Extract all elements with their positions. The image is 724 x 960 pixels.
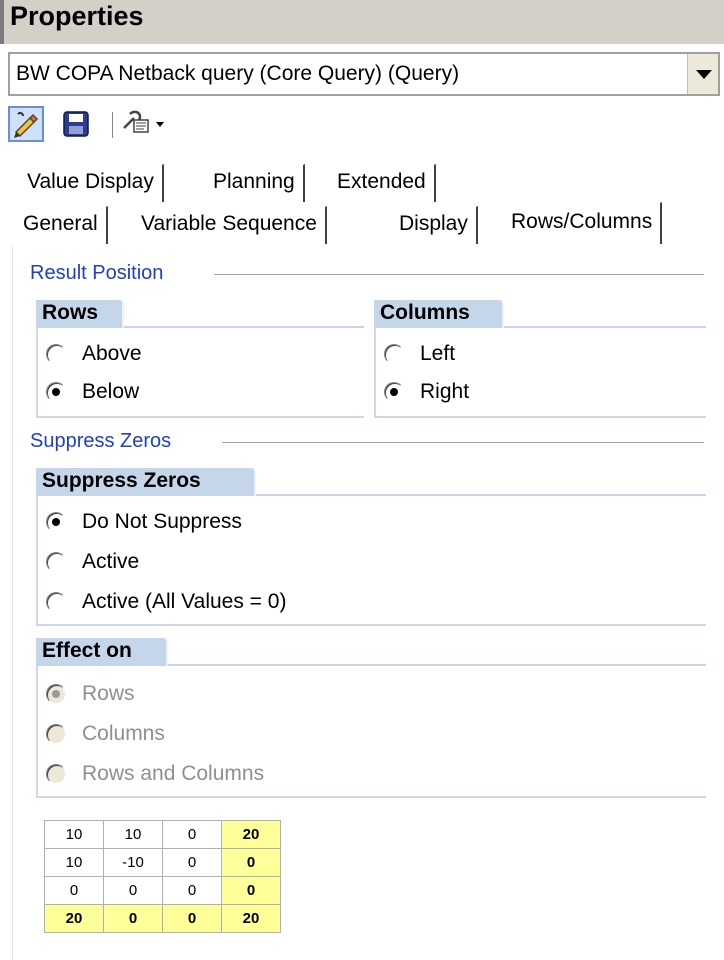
suppress-zeros-title: Suppress Zeros <box>30 430 172 452</box>
tab-label: Variable Sequence <box>141 212 317 235</box>
radio-button[interactable] <box>46 344 66 364</box>
effect-on-header-line <box>168 664 706 666</box>
chevron-down-icon[interactable] <box>687 54 718 94</box>
tab-label: Planning <box>213 170 295 193</box>
radio-columns-left[interactable]: Left <box>384 338 455 370</box>
table-cell-total: 0 <box>221 848 281 877</box>
radio-rows-above[interactable]: Above <box>46 338 142 370</box>
radio-label: Active (All Values = 0) <box>82 590 287 613</box>
tab-row-1: Value Display Planning Extended <box>18 164 478 202</box>
tab-rows-columns[interactable]: Rows/Columns <box>502 202 663 244</box>
tab-planning[interactable]: Planning <box>204 164 305 202</box>
save-button[interactable] <box>58 106 94 142</box>
table-cell-total: 20 <box>221 820 281 849</box>
tab-display[interactable]: Display <box>390 206 478 244</box>
table-row: 0 0 0 0 <box>44 876 281 905</box>
edit-mode-button[interactable] <box>8 106 44 142</box>
radio-effect-rows[interactable]: Rows <box>46 678 135 710</box>
tab-extended[interactable]: Extended <box>328 164 436 202</box>
table-row: 10 10 0 20 <box>44 820 281 849</box>
radio-button[interactable] <box>384 382 404 402</box>
suppress-zeros-preview-table: 10 10 0 20 10 -10 0 0 0 0 0 0 20 0 0 20 <box>44 820 281 933</box>
radio-button[interactable] <box>46 552 66 572</box>
columns-header-label: Columns <box>374 300 504 328</box>
table-cell: 0 <box>162 820 222 849</box>
tools-dropdown-button[interactable] <box>120 106 170 142</box>
query-selector-value: BW COPA Netback query (Core Query) (Quer… <box>16 62 460 85</box>
tab-value-display[interactable]: Value Display <box>18 164 164 202</box>
result-position-title: Result Position <box>30 262 164 284</box>
result-position-rule <box>214 274 704 275</box>
tab-label: General <box>23 212 98 235</box>
radio-effect-columns[interactable]: Columns <box>46 718 165 750</box>
suppress-zeros-header-label: Suppress Zeros <box>36 468 256 496</box>
radio-label: Above <box>82 342 142 365</box>
radio-button[interactable] <box>46 764 66 784</box>
table-cell: 0 <box>44 876 104 905</box>
radio-active[interactable]: Active <box>46 546 139 578</box>
edit-pencil-icon <box>14 111 39 138</box>
table-cell: 0 <box>162 876 222 905</box>
tab-label: Extended <box>337 170 426 193</box>
effect-on-header-label: Effect on <box>36 638 168 666</box>
rows-header-label: Rows <box>36 300 124 328</box>
table-cell: 0 <box>162 848 222 877</box>
table-cell: 10 <box>44 848 104 877</box>
tab-row-2: General Variable Sequence Display Rows/C… <box>14 202 714 244</box>
rows-group: Rows Above Below <box>36 300 364 418</box>
effect-on-group: Effect on Rows Columns Rows and Columns <box>36 638 706 798</box>
tab-variable-sequence[interactable]: Variable Sequence <box>132 206 327 244</box>
tab-general[interactable]: General <box>14 206 108 244</box>
table-cell-total: 0 <box>162 904 222 933</box>
suppress-zeros-group: Suppress Zeros Do Not Suppress Active Ac… <box>36 468 706 626</box>
table-cell: 10 <box>103 820 163 849</box>
radio-columns-right[interactable]: Right <box>384 376 469 408</box>
table-row: 10 -10 0 0 <box>44 848 281 877</box>
radio-button[interactable] <box>384 344 404 364</box>
radio-do-not-suppress[interactable]: Do Not Suppress <box>46 506 242 538</box>
panel-edge <box>12 246 15 960</box>
radio-label: Below <box>82 380 140 403</box>
radio-label: Do Not Suppress <box>82 510 242 533</box>
table-cell: 10 <box>44 820 104 849</box>
radio-active-all-values-zero[interactable]: Active (All Values = 0) <box>46 586 286 618</box>
rows-header-line <box>124 326 364 328</box>
toolbar <box>8 106 208 146</box>
tools-dropdown-icon <box>123 110 164 133</box>
radio-effect-rows-and-columns[interactable]: Rows and Columns <box>46 758 264 790</box>
window-title: Properties <box>10 1 144 31</box>
radio-button[interactable] <box>46 592 66 612</box>
radio-button[interactable] <box>46 684 66 704</box>
radio-label: Rows and Columns <box>82 762 265 785</box>
suppress-zeros-header-line <box>256 494 706 496</box>
tab-label: Display <box>399 212 468 235</box>
query-selector-dropdown[interactable]: BW COPA Netback query (Core Query) (Quer… <box>8 52 720 96</box>
table-cell-total: 0 <box>103 904 163 933</box>
radio-label: Columns <box>82 722 165 745</box>
table-cell-total: 20 <box>221 904 281 933</box>
properties-title-bar: Properties <box>0 0 724 44</box>
table-cell: 0 <box>103 876 163 905</box>
radio-rows-below[interactable]: Below <box>46 376 139 408</box>
radio-label: Left <box>420 342 456 365</box>
radio-button[interactable] <box>46 382 66 402</box>
radio-button[interactable] <box>46 512 66 532</box>
suppress-zeros-rule <box>222 442 704 443</box>
radio-label: Right <box>420 380 470 403</box>
columns-header-line <box>504 326 706 328</box>
columns-group: Columns Left Right <box>374 300 706 418</box>
radio-button[interactable] <box>46 724 66 744</box>
tab-label: Value Display <box>27 170 154 193</box>
radio-label: Rows <box>82 682 135 705</box>
save-icon <box>63 111 89 137</box>
tab-label: Rows/Columns <box>511 210 653 233</box>
radio-label: Active <box>82 550 140 573</box>
table-cell: -10 <box>103 848 163 877</box>
toolbar-separator <box>112 112 113 138</box>
table-cell-total: 20 <box>44 904 104 933</box>
table-cell-total: 0 <box>221 876 281 905</box>
table-row-total: 20 0 0 20 <box>44 904 281 933</box>
